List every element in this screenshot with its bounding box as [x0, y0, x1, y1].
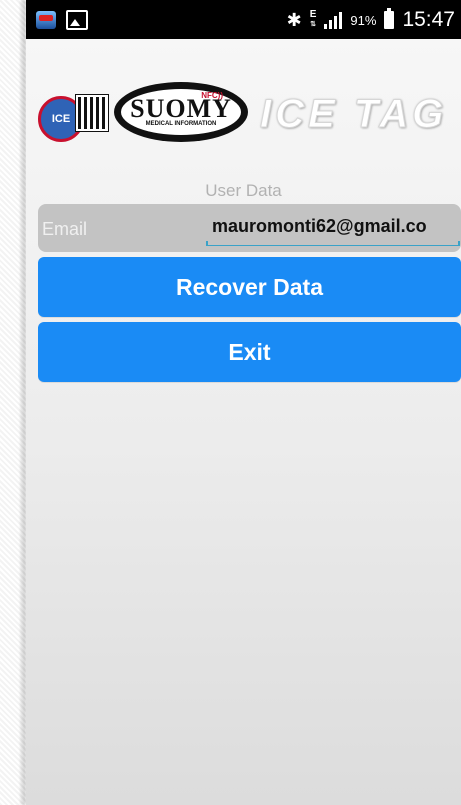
brand-logo: ICE NFC)) SUOMY MEDICAL INFORMATION ICE … — [38, 78, 461, 148]
battery-percent: 91% — [350, 12, 377, 28]
email-field-row: Email — [38, 204, 461, 252]
suomy-subtitle: MEDICAL INFORMATION — [145, 121, 217, 127]
clock: 15:47 — [402, 8, 455, 31]
ice-tag-wordmark: ICE TAG — [259, 92, 448, 137]
email-input[interactable] — [206, 208, 459, 246]
exit-button[interactable]: Exit — [38, 322, 461, 382]
suomy-logo-inner: NFC)) SUOMY MEDICAL INFORMATION — [121, 89, 241, 135]
bluetooth-icon: ✱ — [286, 10, 302, 30]
app-notification-icon — [36, 11, 56, 29]
suomy-logo: NFC)) SUOMY MEDICAL INFORMATION — [114, 82, 248, 142]
status-bar: ✱ E ⇅ 91% 15:47 — [26, 0, 461, 39]
user-data-heading: User Data — [205, 181, 282, 200]
input-underline-right-cap — [458, 241, 460, 246]
gallery-notification-icon — [66, 10, 88, 30]
system-icons: ✱ E ⇅ 91% 15:47 — [287, 8, 455, 32]
signal-strength-icon — [324, 11, 343, 29]
suomy-wordmark: SUOMY — [130, 94, 232, 123]
recover-data-button[interactable]: Recover Data — [38, 257, 461, 317]
input-underline-left-cap — [206, 241, 208, 246]
qr-code-icon — [75, 94, 109, 132]
app-screen: ✱ E ⇅ 91% 15:47 ICE NFC)) SUOMY MEDICAL … — [26, 0, 461, 805]
network-type-icon: E ⇅ — [309, 9, 317, 29]
notification-icons — [36, 10, 88, 30]
email-label: Email — [42, 219, 88, 239]
nfc-mark: NFC)) — [201, 91, 223, 100]
battery-icon — [384, 8, 395, 29]
